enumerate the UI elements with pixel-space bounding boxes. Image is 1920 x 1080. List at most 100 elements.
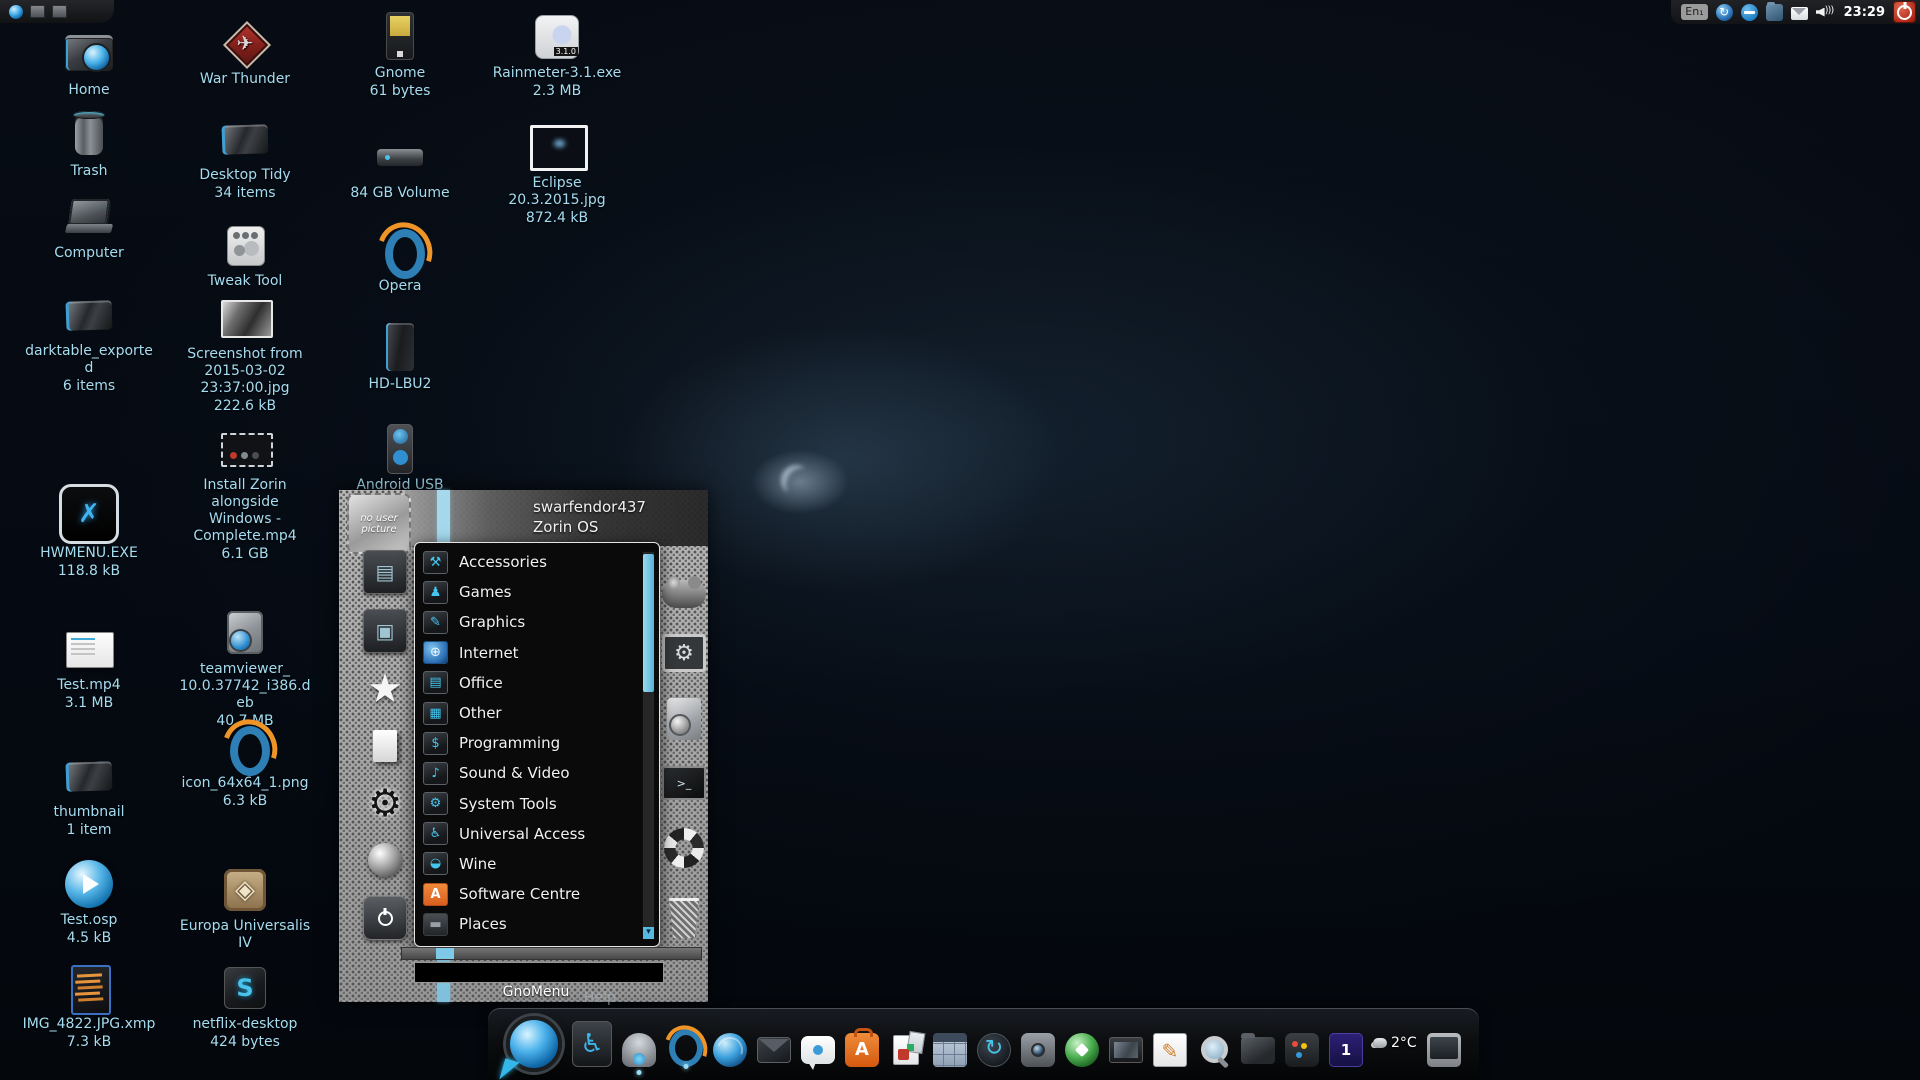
- popup-scrollbar[interactable]: ▾: [642, 551, 655, 940]
- hscroll-thumb[interactable]: [436, 948, 454, 959]
- updates-swirl-icon[interactable]: ↻: [1716, 4, 1733, 21]
- desktop-icon-volume-84gb[interactable]: 84 GB Volume: [333, 130, 467, 202]
- desktop-icon-desktop-tidy[interactable]: Desktop Tidy34 items: [178, 112, 312, 202]
- power-icon[interactable]: [363, 896, 407, 940]
- desktop-icon-computer[interactable]: Computer: [22, 190, 156, 262]
- dock-file-manager[interactable]: [1241, 1037, 1275, 1064]
- desktop-icon-label: IMG_4822.JPG.xmp: [22, 1016, 156, 1033]
- desktop-icon-test-osp[interactable]: Test.osp4.5 kB: [22, 857, 156, 947]
- menu-item-graphics[interactable]: ✎Graphics: [415, 607, 641, 637]
- test-mp4-icon: [62, 622, 116, 676]
- help-icon[interactable]: [662, 826, 706, 870]
- desktop-icon-darktable-exported[interactable]: darktable_exported6 items: [22, 288, 156, 395]
- menu-item-label: Accessories: [459, 553, 547, 571]
- downloads-folder-icon[interactable]: [1766, 4, 1783, 21]
- network-blocked-icon[interactable]: [1741, 4, 1758, 21]
- camera-window-icon[interactable]: [52, 5, 67, 18]
- dock-accessibility[interactable]: ♿: [572, 1021, 612, 1067]
- keyboard-layout-indicator[interactable]: En₁: [1681, 4, 1707, 20]
- desktop-icon-war-thunder[interactable]: War Thunder: [178, 16, 312, 88]
- dock-messenger[interactable]: [801, 1036, 835, 1064]
- desktop-icon-netflix-desktop[interactable]: netflix-desktop424 bytes: [178, 961, 312, 1051]
- desktop-icon-rainmeter-exe[interactable]: 3.1.0Rainmeter-3.1.exe2.3 MB: [490, 10, 624, 100]
- shutdown-button[interactable]: [1893, 1, 1916, 23]
- games-shortcut-icon[interactable]: [662, 580, 706, 608]
- desktop-icon-icon-64x64-png[interactable]: icon_64x64_1.png6.3 kB: [178, 720, 312, 810]
- mail-envelope-icon[interactable]: [1791, 7, 1808, 20]
- desktop-icon-hwmenu-exe[interactable]: HWMENU.EXE118.8 kB: [22, 484, 156, 580]
- menu-item-software-centre[interactable]: ASoftware Centre: [415, 879, 641, 909]
- desktop-icon-tweak-tool[interactable]: Tweak Tool: [178, 218, 312, 290]
- desktop-icon-eclipse-jpg[interactable]: Eclipse 20.3.2015.jpg872.4 kB: [490, 120, 624, 227]
- scroll-down-arrow[interactable]: ▾: [643, 927, 654, 939]
- desktop-icon-test-mp4[interactable]: Test.mp43.1 MB: [22, 622, 156, 712]
- dock-browser-swirl[interactable]: ↻: [977, 1033, 1011, 1067]
- menu-item-other[interactable]: ▦Other: [415, 698, 641, 728]
- desktop-icon-opera[interactable]: Opera: [333, 223, 467, 295]
- menu-item-universal-access[interactable]: ♿Universal Access: [415, 819, 641, 849]
- computer-icon[interactable]: ▣: [363, 609, 407, 653]
- dock-calculator[interactable]: [933, 1033, 967, 1067]
- software-package-icon[interactable]: [667, 698, 701, 740]
- desktop-icon-label: Computer: [22, 245, 156, 262]
- games-icon: ♟: [423, 581, 448, 604]
- menu-item-programming[interactable]: $Programming: [415, 728, 641, 758]
- desktop-icon-europa-universalis[interactable]: Europa Universalis IV: [178, 863, 312, 952]
- dock-opera-browser[interactable]: [669, 1029, 703, 1067]
- settings-icon[interactable]: ⚙: [364, 782, 406, 824]
- desktop-icon-teamviewer-deb[interactable]: teamviewer_ 10.0.37742_i386.deb40.7 MB: [178, 606, 312, 730]
- menu-item-sound-video[interactable]: ♪Sound & Video: [415, 758, 641, 788]
- horizontal-scrollbar[interactable]: [401, 947, 702, 960]
- menu-search-input[interactable]: [414, 962, 664, 983]
- desktop-icon-gnome-file[interactable]: Gnome61 bytes: [333, 10, 467, 100]
- dock-camera[interactable]: [1021, 1033, 1055, 1067]
- terminal-icon[interactable]: >_: [662, 766, 706, 800]
- menu-item-internet[interactable]: ⊕Internet: [415, 638, 641, 668]
- volume-icon[interactable]: [1816, 4, 1836, 21]
- dock-office-documents[interactable]: [893, 1035, 919, 1065]
- favorites-icon[interactable]: ★: [364, 668, 406, 710]
- applications-icon[interactable]: ▤: [363, 550, 407, 594]
- running-indicator: [637, 1070, 642, 1075]
- desktop-icon-screenshot-jpg[interactable]: Screenshot from 2015-03-02 23:37:00.jpg2…: [178, 291, 312, 415]
- dock-color-palette[interactable]: [1285, 1033, 1319, 1067]
- menu-item-office[interactable]: ▤Office: [415, 668, 641, 698]
- menu-item-places[interactable]: ▬Places: [415, 909, 641, 939]
- desktop-icon-label: War Thunder: [178, 71, 312, 88]
- desktop-icon-home[interactable]: Home: [22, 27, 156, 99]
- menu-item-wine[interactable]: ◒Wine: [415, 849, 641, 879]
- dock-chat-green[interactable]: [1065, 1033, 1099, 1067]
- scrollbar-thumb[interactable]: [643, 554, 654, 692]
- dock-web-browser[interactable]: [713, 1033, 747, 1067]
- desktop-icon-hd-lbu2[interactable]: HD-LBU2: [333, 321, 467, 393]
- dock-calendar[interactable]: 1: [1329, 1033, 1363, 1067]
- menu-item-accessories[interactable]: ⚒Accessories: [415, 547, 641, 577]
- dock-software-centre[interactable]: A: [845, 1033, 879, 1067]
- dock-screenshot-tool[interactable]: [1197, 1033, 1231, 1067]
- control-panel-icon[interactable]: ⚙: [662, 634, 706, 672]
- dock-menu-launcher[interactable]: [506, 1016, 562, 1072]
- menu-item-system-tools[interactable]: ⚙System Tools: [415, 789, 641, 819]
- user-avatar[interactable]: no user picture: [347, 493, 411, 554]
- desktop-icon-thumbnail[interactable]: thumbnail1 item: [22, 749, 156, 839]
- network-icon[interactable]: [364, 839, 406, 881]
- desktop-icon-label: Opera: [333, 278, 467, 295]
- power-icon: [1897, 5, 1912, 20]
- clock[interactable]: 23:29: [1844, 5, 1885, 20]
- documents-icon[interactable]: [364, 725, 406, 767]
- mini-menu-orb-icon[interactable]: [9, 5, 23, 19]
- dock-text-editor[interactable]: ✎: [1153, 1033, 1187, 1067]
- desktop-icon-img-4822-xmp[interactable]: IMG_4822.JPG.xmp7.3 kB: [22, 961, 156, 1051]
- desktop-icon-trash[interactable]: Trash: [22, 108, 156, 180]
- dock-weather[interactable]: 2°C: [1373, 1026, 1417, 1060]
- menu-item-games[interactable]: ♟Games: [415, 577, 641, 607]
- desktop-icon-install-zorin-mp4[interactable]: Install Zorin alongside Windows - Comple…: [178, 422, 312, 563]
- dock-files-ghost[interactable]: [622, 1033, 656, 1067]
- desktop-icon-sublabel: 2.3 MB: [490, 83, 624, 100]
- window-icon[interactable]: [30, 5, 45, 18]
- desktop-icon-label: Eclipse 20.3.2015.jpg: [490, 175, 624, 209]
- dock-display-settings[interactable]: [1427, 1033, 1461, 1067]
- dock-image-viewer[interactable]: [1109, 1037, 1143, 1063]
- dock-mail[interactable]: [757, 1037, 791, 1063]
- trash-icon[interactable]: [662, 896, 706, 940]
